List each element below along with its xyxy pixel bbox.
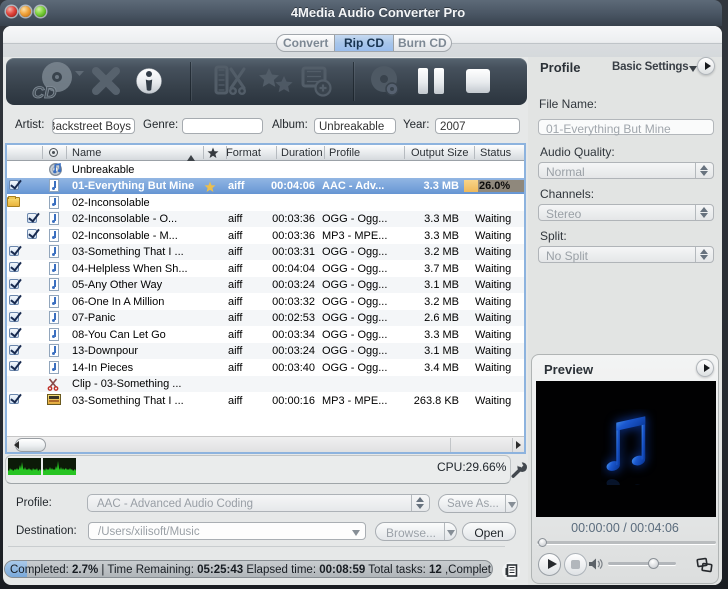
svg-text:CD: CD: [32, 83, 57, 102]
